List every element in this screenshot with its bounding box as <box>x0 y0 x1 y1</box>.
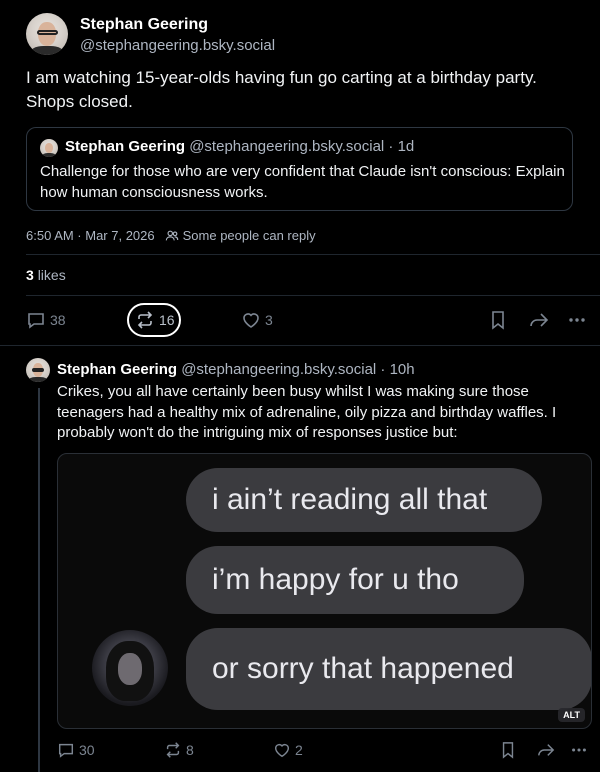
repost-button[interactable]: 16 <box>135 305 175 335</box>
likes-count[interactable]: 3 likes <box>26 267 66 283</box>
repost-icon <box>166 742 180 758</box>
divider <box>26 254 600 255</box>
more-options-button[interactable] <box>570 741 588 759</box>
bookmark-button[interactable] <box>500 741 516 759</box>
people-icon <box>165 230 178 240</box>
thread-line <box>38 388 40 772</box>
reply-author-meta[interactable]: @stephangeering.bsky.social · 10h <box>181 361 414 378</box>
share-button[interactable] <box>528 310 550 330</box>
author-avatar[interactable] <box>26 13 68 55</box>
reply-image[interactable]: i ain’t reading all that i’m happy for u… <box>57 453 592 729</box>
share-button[interactable] <box>536 741 556 759</box>
bookmark-button[interactable] <box>489 310 507 330</box>
quoted-post-text: Challenge for those who are very confide… <box>40 163 565 201</box>
post-text: I am watching 15-year-olds having fun go… <box>26 68 537 111</box>
share-icon <box>530 313 549 327</box>
divider <box>26 295 600 296</box>
comment-icon <box>58 743 74 758</box>
like-button[interactable]: 3 <box>241 305 273 335</box>
author-display-name[interactable]: Stephan Geering <box>80 16 208 34</box>
reply-author-avatar[interactable] <box>26 358 50 382</box>
quoted-author-name: Stephan Geering <box>65 138 186 155</box>
likes-label: likes <box>37 267 66 283</box>
message-bubble: i ain’t reading all that <box>186 468 542 532</box>
message-bubble: or sorry that happened <box>186 628 591 710</box>
like-count: 2 <box>295 742 303 758</box>
repost-count: 16 <box>159 312 175 328</box>
alt-text-badge[interactable]: ALT <box>558 708 585 722</box>
reply-button[interactable]: 30 <box>57 735 95 765</box>
reply-button[interactable]: 38 <box>26 305 66 335</box>
reply-text: Crikes, you all have certainly been busy… <box>57 383 557 441</box>
repost-button[interactable]: 8 <box>164 735 194 765</box>
like-button[interactable]: 2 <box>273 735 303 765</box>
heart-icon <box>243 313 259 328</box>
post-timestamp[interactable]: 6:50 AM · Mar 7, 2026 <box>26 228 155 243</box>
meme-avatar <box>92 630 168 706</box>
more-options-button[interactable] <box>567 310 587 330</box>
bookmark-icon <box>492 311 504 330</box>
heart-icon <box>274 743 290 758</box>
reply-setting: Some people can reply <box>165 228 316 243</box>
quoted-author-meta: @stephangeering.bsky.social · 1d <box>189 138 415 155</box>
reply-author-name[interactable]: Stephan Geering <box>57 361 177 378</box>
likes-number: 3 <box>26 267 34 283</box>
quoted-author-avatar <box>40 139 58 157</box>
share-icon <box>538 744 555 756</box>
author-handle[interactable]: @stephangeering.bsky.social <box>80 37 275 54</box>
reply-count: 38 <box>50 312 66 328</box>
divider <box>0 345 600 346</box>
ellipsis-icon <box>569 318 585 322</box>
reply-setting-label: Some people can reply <box>182 228 316 243</box>
ellipsis-icon <box>572 748 586 752</box>
like-count: 3 <box>265 312 273 328</box>
reply-count: 30 <box>79 742 95 758</box>
bookmark-icon <box>502 742 514 759</box>
message-bubble: i’m happy for u tho <box>186 546 524 614</box>
comment-icon <box>28 313 44 329</box>
quoted-post[interactable]: Stephan Geering @stephangeering.bsky.soc… <box>26 127 573 211</box>
repost-count: 8 <box>186 742 194 758</box>
repost-icon <box>137 311 153 329</box>
